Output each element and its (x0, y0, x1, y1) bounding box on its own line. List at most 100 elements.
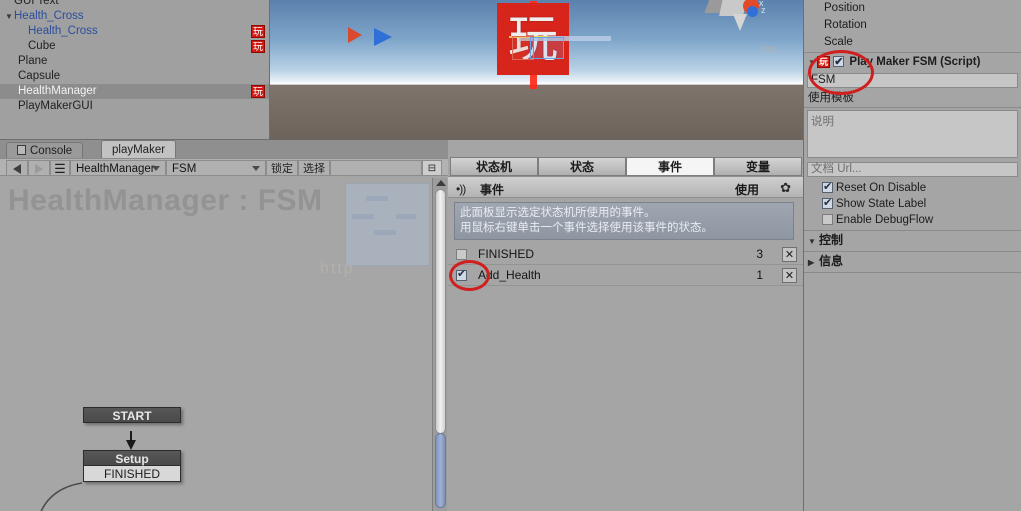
tab-playmaker-label: playMaker (112, 144, 166, 156)
lock-button[interactable]: 锁定 (266, 160, 298, 176)
scrollbar-thumb[interactable] (435, 433, 446, 508)
state-node-transition[interactable]: FINISHED (83, 466, 181, 482)
events-panel[interactable]: 状态机 状态 事件 变量 •)) 事件 使用 ✿ 此面板显示选定状态机所使用的事… (448, 140, 803, 511)
transform-scale-row[interactable]: Scale (804, 34, 1021, 51)
tab-state-machine[interactable]: 状态机 (450, 157, 538, 176)
minimap-node (352, 214, 374, 219)
enable-debugflow-checkbox[interactable] (822, 214, 833, 226)
forward-arrow-icon (35, 164, 43, 174)
annotation-ellipse-event-checkbox (449, 260, 490, 291)
hierarchy-item-label: Health_Cross (14, 10, 84, 22)
divider (804, 107, 1021, 108)
reset-on-disable-label: Reset On Disable (836, 182, 927, 194)
gear-icon[interactable]: ✿ (780, 180, 791, 196)
events-header: •)) 事件 使用 ✿ (448, 176, 803, 198)
scrollbar-track[interactable] (435, 189, 446, 434)
tab-variables[interactable]: 变量 (714, 157, 802, 176)
hierarchy-panel[interactable]: GUI Text ▼Health_Cross Health_Cross 玩 Cu… (0, 0, 270, 140)
hierarchy-item-label: PlayMakerGUI (18, 100, 93, 112)
hierarchy-row[interactable]: GUI Text (0, 0, 269, 9)
state-node-title: Setup (83, 450, 181, 466)
hierarchy-row-healthmanager[interactable]: HealthManager 玩 (0, 84, 269, 99)
show-state-label-row[interactable]: Show State Label (804, 195, 1021, 212)
info-foldout[interactable]: ▶ 信息 (804, 252, 1021, 271)
doc-url-field[interactable]: 文档 Url... (807, 162, 1018, 177)
playmaker-window[interactable]: Console playMaker ☰ HealthManager FSM 锁定… (0, 140, 803, 511)
events-info-line-2: 用鼠标右键单击一个事件选择使用该事件的状态。 (460, 222, 713, 234)
hierarchy-row[interactable]: ▼Health_Cross (0, 9, 269, 24)
hierarchy-row[interactable]: PlayMakerGUI (0, 99, 269, 114)
graph-minimap[interactable] (345, 183, 430, 266)
tab-console[interactable]: Console (6, 142, 84, 158)
scene-projection-label[interactable]: Iso (761, 44, 777, 55)
tab-states[interactable]: 状态 (538, 157, 626, 176)
preview-toggle-button[interactable]: ⊟ (422, 160, 442, 176)
hierarchy-item-label: GUI Text (14, 0, 59, 7)
state-node-title: START (83, 407, 181, 423)
state-node-start[interactable]: START (83, 407, 181, 423)
hierarchy-row[interactable]: Capsule (0, 69, 269, 84)
playmaker-badge-icon: 玩 (251, 25, 265, 38)
playmaker-badge-icon: 玩 (251, 40, 265, 53)
controls-label: 控制 (819, 233, 844, 247)
description-textarea[interactable]: 说明 (807, 110, 1018, 158)
hierarchy-row[interactable]: Health_Cross 玩 (0, 24, 269, 39)
event-name: FINISHED (478, 247, 535, 261)
event-enabled-checkbox[interactable] (456, 249, 467, 260)
event-delete-button[interactable]: ✕ (782, 247, 797, 262)
select-button[interactable]: 选择 (298, 160, 330, 176)
forward-button[interactable] (28, 160, 50, 176)
transform-rotation-row[interactable]: Rotation (804, 17, 1021, 34)
gizmo-axis-label-z: z (761, 5, 766, 15)
controls-foldout[interactable]: ▼ 控制 (804, 231, 1021, 250)
list-button[interactable]: ☰ (50, 160, 70, 176)
event-row-add-health[interactable]: Add_Health 1 ✕ (448, 265, 803, 286)
chevron-down-icon[interactable]: ▼ (808, 232, 819, 251)
hierarchy-item-label: Capsule (18, 70, 61, 82)
minimap-node (366, 196, 388, 201)
state-node-setup[interactable]: Setup FINISHED (83, 450, 181, 482)
hierarchy-item-label: Cube (28, 40, 56, 52)
events-tab-bar[interactable]: 状态机 状态 事件 变量 (448, 157, 803, 176)
chevron-right-icon[interactable]: ▶ (808, 253, 819, 272)
reset-on-disable-checkbox[interactable] (822, 179, 833, 195)
event-used-count: 3 (756, 247, 763, 261)
show-state-label-label: Show State Label (836, 198, 927, 210)
hierarchy-item-label: HealthManager (18, 85, 97, 97)
plane-handle-blue[interactable] (530, 37, 564, 59)
foldout-triangle-icon[interactable]: ▼ (4, 9, 14, 24)
scene-view-gizmo[interactable]: x z (703, 0, 783, 48)
z-axis-arrow-icon[interactable] (374, 28, 392, 46)
selected-object-gizmo[interactable]: 玩 (497, 1, 611, 89)
tab-events[interactable]: 事件 (626, 157, 714, 176)
back-button[interactable] (6, 160, 28, 176)
gizmo-axis-ball-z[interactable] (747, 6, 758, 17)
object-dropdown-label: HealthManager (76, 163, 155, 175)
tab-playmaker[interactable]: playMaker (101, 140, 177, 158)
enable-debugflow-row[interactable]: Enable DebugFlow (804, 212, 1021, 228)
hierarchy-row[interactable]: Cube 玩 (0, 39, 269, 54)
reset-on-disable-row[interactable]: Reset On Disable (804, 179, 1021, 196)
fsm-graph-canvas[interactable]: HealthManager : FSM http START Setup FIN… (0, 178, 447, 511)
event-delete-button[interactable]: ✕ (782, 268, 797, 283)
scroll-up-arrow-icon[interactable] (436, 180, 446, 186)
chevron-down-icon (252, 166, 260, 171)
object-dropdown[interactable]: HealthManager (70, 160, 166, 176)
gizmo-axis-cone-y[interactable] (733, 14, 747, 31)
event-row-finished[interactable]: FINISHED 3 ✕ (448, 244, 803, 265)
show-state-label-checkbox[interactable] (822, 195, 833, 211)
toolbar-spacer (330, 160, 422, 176)
annotation-ellipse-component (808, 50, 874, 95)
hierarchy-row[interactable]: Plane (0, 54, 269, 69)
scene-view[interactable]: 玩 x z Iso (270, 0, 803, 140)
divider (804, 272, 1021, 273)
x-axis-arrow-icon[interactable] (348, 27, 362, 43)
events-info-box: 此面板显示选定状态机所使用的事件。 用鼠标右键单击一个事件选择使用该事件的状态。 (454, 202, 794, 240)
fsm-dropdown-label: FSM (172, 163, 197, 175)
playmaker-badge-icon: 玩 (251, 85, 265, 98)
fsm-dropdown[interactable]: FSM (166, 160, 266, 176)
graph-title: HealthManager : FSM (8, 184, 323, 217)
transform-position-row[interactable]: Position (804, 0, 1021, 17)
watermark: http (320, 260, 355, 277)
graph-vertical-scrollbar[interactable] (432, 178, 447, 511)
